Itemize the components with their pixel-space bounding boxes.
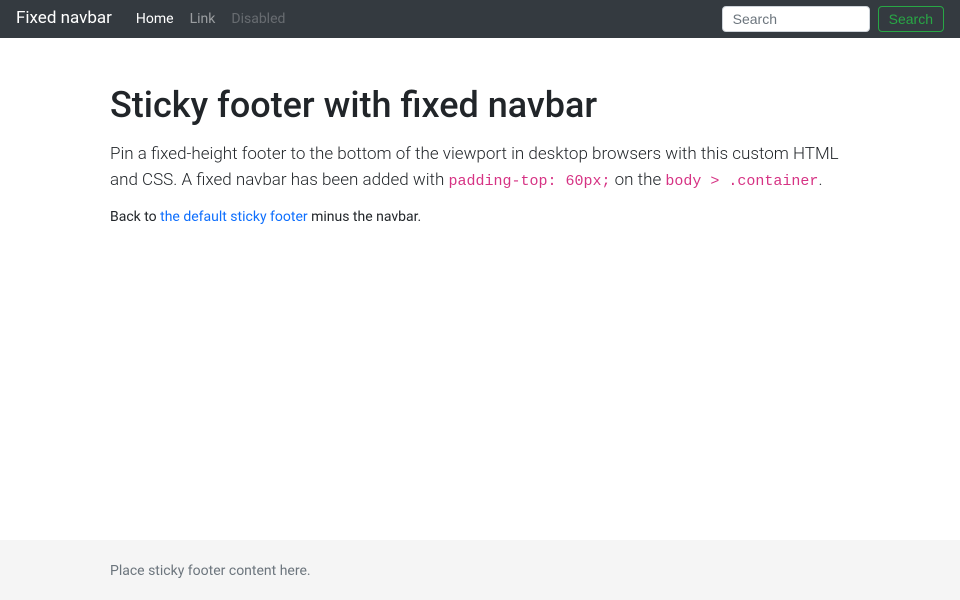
- code-padding: padding-top: 60px;: [448, 173, 610, 190]
- back-prefix: Back to: [110, 209, 160, 225]
- back-paragraph: Back to the default sticky footer minus …: [110, 207, 850, 228]
- lead-text-2: on the: [611, 170, 666, 190]
- navbar-right: Search: [722, 6, 944, 32]
- navbar-left: Fixed navbar Home Link Disabled: [16, 6, 293, 32]
- page-title: Sticky footer with fixed navbar: [110, 78, 850, 132]
- footer: Place sticky footer content here.: [0, 540, 960, 600]
- lead-paragraph: Pin a fixed-height footer to the bottom …: [110, 142, 850, 193]
- back-suffix: minus the navbar.: [308, 209, 422, 225]
- nav-link-home[interactable]: Home: [128, 9, 182, 30]
- nav-link-disabled: Disabled: [223, 9, 293, 30]
- main-container: Sticky footer with fixed navbar Pin a fi…: [110, 0, 850, 540]
- search-input[interactable]: [722, 6, 870, 32]
- navbar-brand[interactable]: Fixed navbar: [16, 6, 112, 32]
- search-button[interactable]: Search: [878, 6, 944, 32]
- footer-inner: Place sticky footer content here.: [110, 558, 850, 582]
- code-selector: body > .container: [665, 173, 818, 190]
- nav-link-link[interactable]: Link: [182, 9, 224, 30]
- lead-text-3: .: [818, 170, 822, 190]
- footer-text: Place sticky footer content here.: [110, 563, 311, 579]
- back-link[interactable]: the default sticky footer: [160, 209, 307, 225]
- navbar: Fixed navbar Home Link Disabled Search: [0, 0, 960, 38]
